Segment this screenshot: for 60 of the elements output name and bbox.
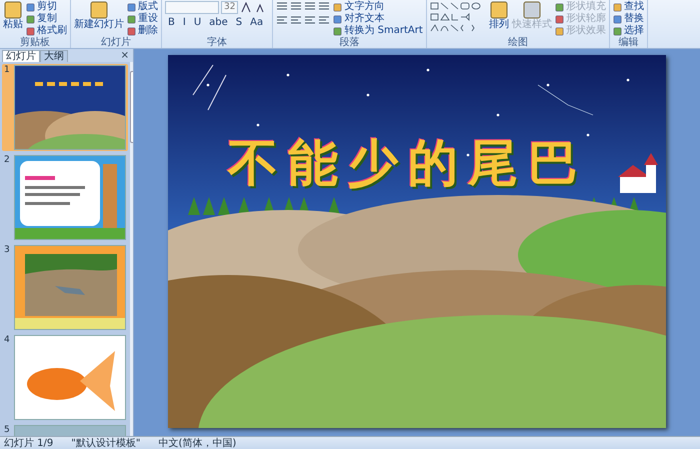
list-icon	[318, 1, 330, 12]
align-icon	[276, 15, 288, 26]
shrink-font-icon	[254, 2, 266, 13]
panel-tab[interactable]: 幻灯片	[2, 50, 40, 62]
ribbon-button[interactable]: 删除	[127, 25, 158, 37]
tool-icon	[522, 1, 542, 19]
slide-number: 5	[4, 425, 11, 436]
align-icon	[290, 15, 302, 26]
panel-tab[interactable]: 大纲	[40, 50, 68, 62]
slide-number: 4	[4, 335, 11, 347]
format-button[interactable]: B	[165, 17, 178, 29]
slide-thumbnail[interactable]: 1	[2, 64, 128, 151]
align-icon	[318, 15, 330, 26]
format-button[interactable]: I	[180, 17, 189, 29]
format-button[interactable]: abe	[206, 17, 231, 29]
format-button[interactable]: S	[232, 17, 246, 29]
ribbon-button[interactable]: 重设	[127, 13, 158, 25]
slide-number: 2	[4, 155, 11, 167]
group-label: 绘图	[506, 37, 529, 48]
ribbon-button[interactable]: 格式刷	[26, 25, 67, 37]
grow-font-icon	[240, 2, 252, 13]
ribbon-button[interactable]: 排列	[488, 1, 509, 30]
list-icon	[304, 1, 316, 12]
ribbon-button[interactable]: 剪切	[26, 1, 67, 13]
ribbon-button[interactable]: 粘贴	[3, 1, 23, 30]
group-label: 字体	[206, 37, 228, 48]
font-name-field[interactable]	[165, 1, 219, 14]
group-label: 段落	[338, 37, 361, 48]
tool-icon	[488, 1, 509, 19]
group-label: 剪贴板	[19, 37, 51, 48]
slide-title: 不能少的尾巴	[228, 133, 588, 193]
slide-thumbnail[interactable]: 2	[2, 154, 128, 241]
align-icon	[304, 15, 316, 26]
slide-thumbnail[interactable]: 5	[2, 424, 128, 436]
tool-icon	[3, 1, 23, 19]
ribbon-button[interactable]: 对齐文本	[333, 13, 423, 25]
ribbon-button[interactable]: 查找	[612, 1, 644, 13]
ribbon-button[interactable]: 转换为 SmartArt	[333, 25, 423, 37]
theme-name: "默认设计模板"	[71, 438, 140, 449]
format-button[interactable]: U	[190, 17, 204, 29]
ribbon-button[interactable]: 文字方向	[333, 1, 423, 13]
list-icon	[276, 1, 288, 12]
font-size-field[interactable]: 32	[221, 1, 238, 14]
ribbon-button[interactable]: 版式	[127, 1, 158, 13]
group-label: 编辑	[617, 37, 640, 48]
ribbon-button[interactable]: 选择	[612, 25, 644, 37]
slide-thumbnail[interactable]: 3	[2, 244, 128, 331]
slide-number: 1	[4, 65, 11, 77]
tool-icon	[89, 1, 109, 19]
format-button[interactable]: Aa	[247, 17, 266, 29]
slide-number: 3	[4, 245, 11, 257]
slide-thumbnail[interactable]: 4	[2, 334, 128, 421]
ribbon-button[interactable]: 替换	[612, 13, 644, 25]
slide-count: 幻灯片 1/9	[4, 438, 54, 449]
close-button[interactable]: ×	[120, 50, 129, 61]
ribbon-button[interactable]: 复制	[26, 13, 67, 25]
ribbon-button[interactable]: 新建幻灯片	[74, 1, 124, 30]
language-status: 中文(简体，中国)	[158, 438, 236, 449]
list-icon	[290, 1, 302, 12]
group-label: 幻灯片	[100, 37, 132, 48]
